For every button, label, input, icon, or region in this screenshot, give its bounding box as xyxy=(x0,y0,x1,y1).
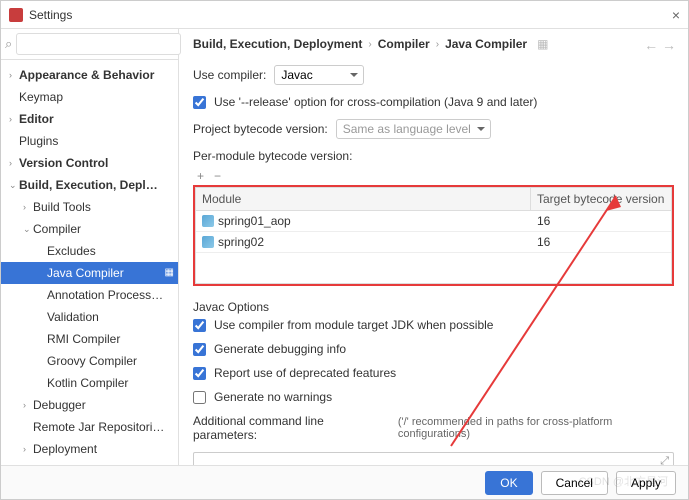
module-toolbar: + − xyxy=(193,167,674,185)
sidebar-item-java-compiler[interactable]: Java Compiler▦ xyxy=(1,262,178,284)
sidebar-item-editor[interactable]: ›Editor▦ xyxy=(1,108,178,130)
opt1-checkbox[interactable] xyxy=(193,319,206,332)
expand-icon[interactable]: ⤢ xyxy=(660,455,669,465)
sidebar-item-deployment[interactable]: ›Deployment▦ xyxy=(1,438,178,460)
sidebar-item-excludes[interactable]: Excludes▦ xyxy=(1,240,178,262)
cmdline-input[interactable]: ⤢ xyxy=(193,452,674,465)
sidebar-item-build-tools[interactable]: ›Build Tools▦ xyxy=(1,196,178,218)
sidebar-item-keymap[interactable]: Keymap▦ xyxy=(1,86,178,108)
sidebar-item-remote-jar-repositories[interactable]: Remote Jar Repositories▦ xyxy=(1,416,178,438)
nav-arrows[interactable]: ← → xyxy=(644,37,676,53)
module-icon xyxy=(202,236,214,248)
search-row: ⌕ xyxy=(1,29,178,60)
opt4-checkbox[interactable] xyxy=(193,391,206,404)
module-bytecode-table: Module Target bytecode version spring01_… xyxy=(195,187,672,284)
content-pane: ← → Build, Execution, Deployment › Compi… xyxy=(179,29,688,465)
sidebar-item-debugger[interactable]: ›Debugger▦ xyxy=(1,394,178,416)
table-row[interactable]: spring01_aop16 xyxy=(196,211,671,232)
highlighted-region: Module Target bytecode version spring01_… xyxy=(193,185,674,286)
app-icon xyxy=(9,8,23,22)
search-input[interactable] xyxy=(16,33,181,55)
title-bar: Settings × xyxy=(1,1,688,29)
proj-bytecode-select[interactable]: Same as language level xyxy=(336,119,491,139)
pin-icon[interactable]: ▦ xyxy=(537,37,548,51)
table-row[interactable]: spring0216 xyxy=(196,232,671,253)
module-icon xyxy=(202,215,214,227)
sidebar-item-kotlin-compiler[interactable]: Kotlin Compiler▦ xyxy=(1,372,178,394)
opt3-checkbox[interactable] xyxy=(193,367,206,380)
release-checkbox[interactable] xyxy=(193,96,206,109)
use-compiler-label: Use compiler: xyxy=(193,68,266,82)
remove-icon[interactable]: − xyxy=(214,169,221,183)
search-icon: ⌕ xyxy=(5,36,12,52)
sidebar-item-appearance-behavior[interactable]: ›Appearance & Behavior▦ xyxy=(1,64,178,86)
sidebar: ⌕ ›Appearance & Behavior▦Keymap▦›Editor▦… xyxy=(1,29,179,465)
footer: OK Cancel Apply CSDN @北方星河 xyxy=(1,465,688,499)
apply-button[interactable]: Apply xyxy=(616,471,676,495)
cancel-button[interactable]: Cancel xyxy=(541,471,608,495)
sidebar-item-plugins[interactable]: Plugins▦ xyxy=(1,130,178,152)
ok-button[interactable]: OK xyxy=(485,471,532,495)
window-title: Settings xyxy=(29,8,672,22)
close-icon[interactable]: × xyxy=(672,7,680,23)
proj-bytecode-label: Project bytecode version: xyxy=(193,122,328,136)
opt2-checkbox[interactable] xyxy=(193,343,206,356)
sidebar-item-compiler[interactable]: ⌄Compiler▦ xyxy=(1,218,178,240)
sidebar-item-build-execution-deployment[interactable]: ⌄Build, Execution, Deployment▦ xyxy=(1,174,178,196)
sidebar-item-annotation-processors[interactable]: Annotation Processors▦ xyxy=(1,284,178,306)
sidebar-item-validation[interactable]: Validation▦ xyxy=(1,306,178,328)
settings-tree[interactable]: ›Appearance & Behavior▦Keymap▦›Editor▦Pl… xyxy=(1,60,178,465)
add-icon[interactable]: + xyxy=(197,169,204,183)
breadcrumb: Build, Execution, Deployment › Compiler … xyxy=(193,37,674,51)
use-compiler-select[interactable]: Javac xyxy=(274,65,364,85)
sidebar-item-version-control[interactable]: ›Version Control▦ xyxy=(1,152,178,174)
sidebar-item-rmi-compiler[interactable]: RMI Compiler▦ xyxy=(1,328,178,350)
sidebar-item-groovy-compiler[interactable]: Groovy Compiler▦ xyxy=(1,350,178,372)
